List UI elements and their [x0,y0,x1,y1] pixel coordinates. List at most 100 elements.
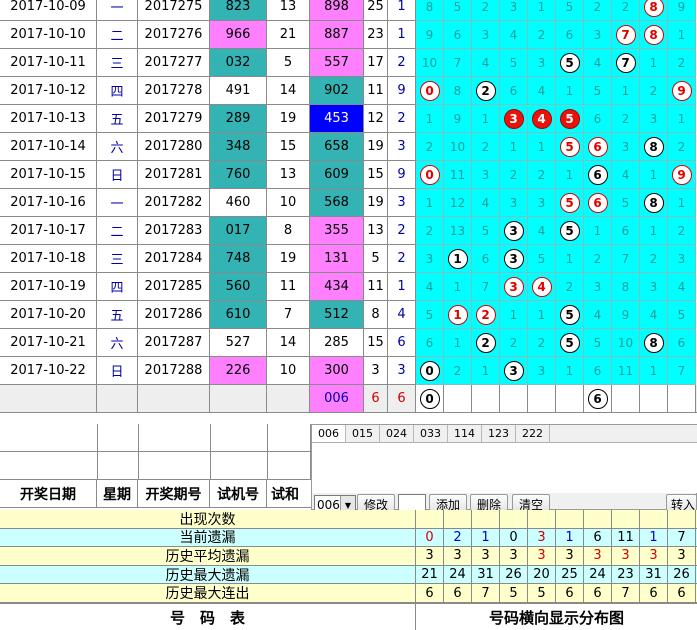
footer-distribution-title: 号码横向显示分布图 [488,608,624,627]
distribution-cell: 11 [444,161,472,189]
sum-cell: 11 [364,77,388,105]
sum-cell: 12 [364,105,388,133]
drawn-number-ball: 0 [419,164,440,185]
winning-number-cell: 300 [310,357,364,385]
test-number-cell: 748 [210,245,267,273]
distribution-cell: 1 [528,301,556,329]
distribution-cell: 0 [416,161,444,189]
combination-tab[interactable]: 024 [380,425,414,442]
distribution-cell: 1 [500,133,528,161]
test-sum-cell: 10 [267,357,310,385]
combination-tab[interactable]: 006 [312,425,346,442]
distribution-cell: 9 [668,77,696,105]
stats-value [584,510,612,528]
distribution-cell: 5 [612,189,640,217]
distribution-cell: 5 [584,329,612,357]
blank-rows [0,424,311,480]
distribution-cell: 12 [444,189,472,217]
pending-distribution-cell: 6 [584,385,612,413]
drawn-number-ball: 2 [475,304,496,325]
weekday-cell: 五 [97,105,138,133]
distribution-cell: 1 [528,133,556,161]
drawn-number-ball: 7 [615,52,636,73]
combination-tab[interactable]: 222 [516,425,550,442]
distribution-cell: 1 [556,357,584,385]
test-number-cell: 760 [210,161,267,189]
pending-sum: 6 [364,385,388,413]
drawn-number-ball: 7 [615,24,636,45]
distribution-cell: 3 [528,189,556,217]
distribution-cell: 8 [640,133,668,161]
combination-tab[interactable]: 114 [448,425,482,442]
distribution-cell: 8 [640,329,668,357]
stats-value [640,510,668,528]
date-cell: 2017-10-19 [0,273,97,301]
distribution-cell: 2 [472,133,500,161]
drawn-number-ball: 3 [503,108,524,129]
span-cell: 9 [388,77,416,105]
drawn-number-ball: 8 [643,192,664,213]
span-cell: 9 [388,161,416,189]
date-cell: 2017-10-13 [0,105,97,133]
table-row: 2017-10-20 五 2017286 610 7 512 8 4 5 1 2 1 1 5 4 9 4 5 [0,301,697,329]
footer-number-table-title: 号 码 表 [0,604,416,630]
weekday-cell: 一 [97,189,138,217]
date-cell: 2017-10-17 [0,217,97,245]
sum-cell: 15 [364,161,388,189]
date-cell: 2017-10-18 [0,245,97,273]
distribution-cell: 1 [640,357,668,385]
test-number-cell: 032 [210,49,267,77]
distribution-cell: 3 [500,189,528,217]
combination-tab[interactable]: 015 [346,425,380,442]
stats-value: 2 [444,528,472,547]
distribution-cell: 10 [416,49,444,77]
distribution-cell: 1 [416,105,444,133]
stats-value: 3 [668,547,696,565]
combination-tab[interactable]: 033 [414,425,448,442]
drawn-number-ball: 3 [503,276,524,297]
test-sum-cell: 13 [267,0,310,21]
distribution-cell: 0 [416,77,444,105]
combination-tab-strip: 006 015 024 033 114 123 222 [312,425,697,443]
distribution-cell: 3 [500,217,528,245]
distribution-cell: 10 [612,329,640,357]
stats-row-label: 历史最大连出 [0,584,416,602]
test-sum-cell: 8 [267,217,310,245]
distribution-cell: 6 [612,217,640,245]
test-sum-cell: 11 [267,273,310,301]
sum-cell: 19 [364,133,388,161]
date-cell: 2017-10-15 [0,161,97,189]
pending-distribution-cell [500,385,528,413]
distribution-cell: 3 [528,49,556,77]
combination-tab[interactable]: 123 [482,425,516,442]
stats-value: 3 [556,547,584,565]
stats-value: 25 [556,565,584,584]
test-sum-cell: 14 [267,77,310,105]
stats-value: 7 [612,584,640,602]
table-row: 2017-10-12 四 2017278 491 14 902 11 9 0 8 2 6 4 1 5 1 2 9 [0,77,697,105]
distribution-cell: 2 [416,217,444,245]
issue-cell: 2017276 [138,21,210,49]
winning-number-cell: 434 [310,273,364,301]
test-number-cell: 289 [210,105,267,133]
distribution-cell: 4 [472,49,500,77]
distribution-cell: 5 [556,189,584,217]
sum-cell: 13 [364,217,388,245]
test-sum-cell: 14 [267,329,310,357]
sum-cell: 17 [364,49,388,77]
table-row: 2017-10-19 四 2017285 560 11 434 11 1 4 1 7 3 4 2 3 8 3 4 [0,273,697,301]
distribution-cell: 1 [668,21,696,49]
pending-distribution-cell [668,385,696,413]
drawn-number-ball: 0 [419,388,440,409]
distribution-cell: 1 [584,217,612,245]
weekday-cell: 二 [97,21,138,49]
distribution-cell: 4 [500,21,528,49]
weekday-cell: 四 [97,77,138,105]
drawn-number-ball: 9 [671,164,692,185]
drawn-number-ball: 3 [503,248,524,269]
weekday-cell: 六 [97,133,138,161]
span-cell: 2 [388,105,416,133]
stats-value: 26 [668,565,696,584]
distribution-cell: 4 [612,161,640,189]
distribution-cell: 6 [416,329,444,357]
